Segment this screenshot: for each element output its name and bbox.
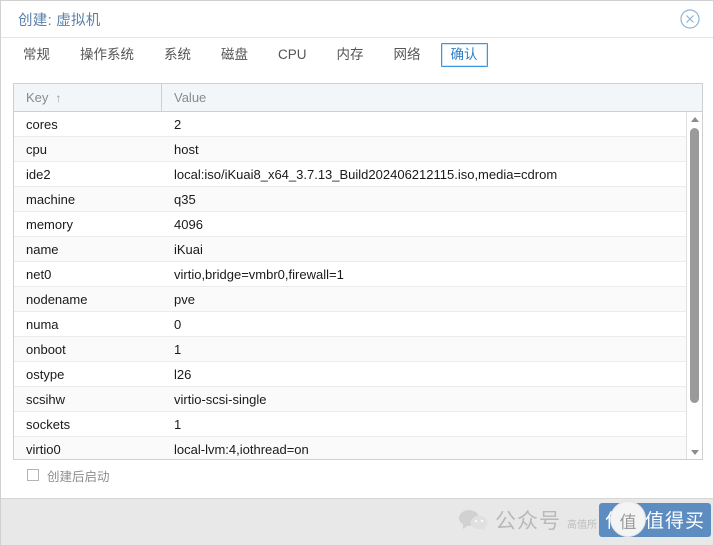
cell-value: l26: [174, 366, 192, 382]
table-row[interactable]: virtio0 local-lvm:4,iothread=on: [14, 437, 686, 459]
cell-key: ostype: [26, 366, 65, 382]
cell-value: host: [174, 141, 199, 157]
table-row[interactable]: numa 0: [14, 312, 686, 337]
grid-body-wrapper: cores 2 cpu host ide2 local:iso/iKuai8_x…: [14, 112, 702, 459]
dialog-content: Key ↑ Value cores 2 cpu host ide2 local:…: [1, 72, 713, 498]
table-row[interactable]: sockets 1: [14, 412, 686, 437]
cell-key: virtio0: [26, 441, 61, 457]
cell-key: nodename: [26, 291, 88, 307]
cell-value: virtio-scsi-single: [174, 391, 267, 407]
tab-disks[interactable]: 磁盘: [211, 43, 258, 67]
dialog-titlebar: 创建: 虚拟机: [1, 1, 713, 38]
cell-key: ide2: [26, 166, 51, 182]
cell-value: q35: [174, 191, 196, 207]
table-row[interactable]: scsihw virtio-scsi-single: [14, 387, 686, 412]
tab-cpu[interactable]: CPU: [268, 43, 317, 67]
create-vm-dialog: 创建: 虚拟机 常规 操作系统 系统 磁盘 CPU 内存 网络 确认 Key ↑: [0, 0, 714, 546]
cell-value: 2: [174, 116, 182, 132]
start-after-create-checkbox[interactable]: [27, 469, 39, 481]
table-row[interactable]: name iKuai: [14, 237, 686, 262]
table-row[interactable]: onboot 1: [14, 337, 686, 362]
dialog-title: 创建: 虚拟机: [18, 12, 101, 29]
cell-value: 0: [174, 316, 182, 332]
table-row[interactable]: net0 virtio,bridge=vmbr0,firewall=1: [14, 262, 686, 287]
post-create-options: 创建后启动: [13, 460, 701, 490]
tab-system[interactable]: 系统: [154, 43, 201, 67]
cell-value: 4096: [174, 216, 203, 232]
tab-network[interactable]: 网络: [384, 43, 431, 67]
table-row[interactable]: machine q35: [14, 187, 686, 212]
cell-key: onboot: [26, 341, 66, 357]
cell-key: machine: [26, 191, 76, 207]
table-row[interactable]: memory 4096: [14, 212, 686, 237]
scroll-down-arrow-icon[interactable]: [687, 445, 702, 459]
cell-key: name: [26, 241, 59, 257]
cell-value: iKuai: [174, 241, 203, 257]
cell-key: scsihw: [26, 391, 66, 407]
column-header-value-label: Value: [174, 90, 207, 105]
table-row[interactable]: cpu host: [14, 137, 686, 162]
cell-key: net0: [26, 266, 52, 282]
table-row[interactable]: ide2 local:iso/iKuai8_x64_3.7.13_Build20…: [14, 162, 686, 187]
column-header-key-label: Key: [26, 90, 49, 105]
cell-key: sockets: [26, 416, 71, 432]
dialog-footer: [1, 498, 713, 545]
cell-key: memory: [26, 216, 73, 232]
scrollbar-track[interactable]: [687, 126, 702, 445]
table-row[interactable]: ostype l26: [14, 362, 686, 387]
cell-value: virtio,bridge=vmbr0,firewall=1: [174, 266, 344, 282]
cell-key: cpu: [26, 141, 47, 157]
cell-value: local:iso/iKuai8_x64_3.7.13_Build2024062…: [174, 166, 558, 182]
cell-value: local-lvm:4,iothread=on: [174, 441, 309, 457]
sort-ascending-icon: ↑: [55, 90, 62, 105]
scroll-up-arrow-icon[interactable]: [687, 112, 702, 126]
close-icon[interactable]: [679, 8, 701, 30]
table-row[interactable]: nodename pve: [14, 287, 686, 312]
tab-memory[interactable]: 内存: [327, 43, 374, 67]
cell-key: cores: [26, 116, 58, 132]
cell-value: 1: [174, 416, 182, 432]
start-after-create-label[interactable]: 创建后启动: [47, 466, 110, 485]
table-row[interactable]: cores 2: [14, 112, 686, 137]
grid-vertical-scrollbar[interactable]: [686, 112, 702, 459]
wizard-tabbar: 常规 操作系统 系统 磁盘 CPU 内存 网络 确认: [1, 38, 713, 72]
cell-value: pve: [174, 291, 195, 307]
tab-os[interactable]: 操作系统: [70, 43, 144, 67]
tab-confirm[interactable]: 确认: [440, 43, 488, 67]
cell-value: 1: [174, 341, 182, 357]
column-header-value[interactable]: Value: [162, 84, 702, 111]
cell-key: numa: [26, 316, 59, 332]
grid-header-row: Key ↑ Value: [14, 84, 702, 112]
column-header-key[interactable]: Key ↑: [14, 84, 162, 111]
tab-general[interactable]: 常规: [13, 43, 60, 67]
summary-grid: Key ↑ Value cores 2 cpu host ide2 local:…: [13, 83, 703, 460]
scrollbar-thumb[interactable]: [690, 128, 699, 403]
grid-body: cores 2 cpu host ide2 local:iso/iKuai8_x…: [14, 112, 686, 459]
